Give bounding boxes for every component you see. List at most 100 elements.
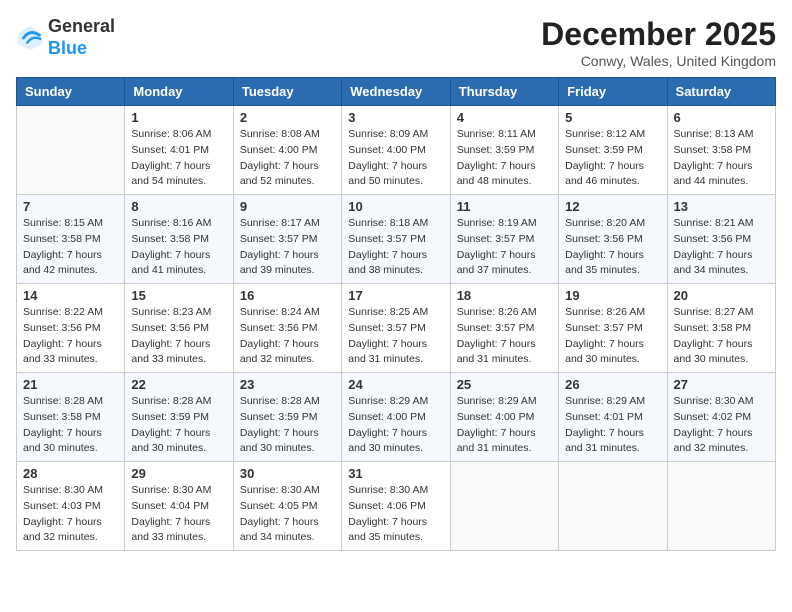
day-info: Sunrise: 8:30 AMSunset: 4:05 PMDaylight:… [240,483,335,546]
day-number: 11 [457,199,552,214]
day-info: Sunrise: 8:06 AMSunset: 4:01 PMDaylight:… [131,127,226,190]
calendar-cell: 21 Sunrise: 8:28 AMSunset: 3:58 PMDayligh… [17,373,125,462]
calendar-cell: 5Sunrise: 8:12 AMSunset: 3:59 PMDaylight… [559,106,667,195]
day-info: Sunrise: 8:25 AMSunset: 3:57 PMDaylight:… [348,305,443,368]
month-year-title: December 2025 [541,16,776,53]
day-info: Sunrise: 8:29 AMSunset: 4:01 PMDaylight:… [565,394,660,457]
day-number: 18 [457,288,552,303]
calendar-cell: 31Sunrise: 8:30 AMSunset: 4:06 PMDayligh… [342,462,450,551]
day-info: Sunrise: 8:27 AMSunset: 3:58 PMDaylight:… [674,305,769,368]
day-number: 26 [565,377,660,392]
day-number: 16 [240,288,335,303]
calendar-cell: 7 Sunrise: 8:15 AMSunset: 3:58 PMDaylight… [17,195,125,284]
weekday-header-thursday: Thursday [450,78,558,106]
day-number: 28 [23,466,118,481]
logo: General Blue [16,16,115,59]
day-info: Sunrise: 8:18 AMSunset: 3:57 PMDaylight:… [348,216,443,279]
day-number: 9 [240,199,335,214]
calendar-cell: 2Sunrise: 8:08 AMSunset: 4:00 PMDaylight… [233,106,341,195]
day-number: 22 [131,377,226,392]
day-number: 15 [131,288,226,303]
weekday-header-friday: Friday [559,78,667,106]
day-number: 24 [348,377,443,392]
weekday-header-monday: Monday [125,78,233,106]
calendar-cell: 9 Sunrise: 8:17 AMSunset: 3:57 PMDaylight… [233,195,341,284]
title-block: December 2025 Conwy, Wales, United Kingd… [541,16,776,69]
day-number: 17 [348,288,443,303]
calendar-week-row: 7 Sunrise: 8:15 AMSunset: 3:58 PMDaylight… [17,195,776,284]
day-number: 2 [240,110,335,125]
calendar-cell: 26 Sunrise: 8:29 AMSunset: 4:01 PMDayligh… [559,373,667,462]
logo-icon [16,24,44,52]
calendar-cell: 4 Sunrise: 8:11 AMSunset: 3:59 PMDaylight… [450,106,558,195]
day-info: Sunrise: 8:30 AMSunset: 4:06 PMDaylight:… [348,483,443,546]
day-number: 4 [457,110,552,125]
day-number: 19 [565,288,660,303]
day-info: Sunrise: 8:29 AMSunset: 4:00 PMDaylight:… [457,394,552,457]
calendar-cell: 25 Sunrise: 8:29 AMSunset: 4:00 PMDayligh… [450,373,558,462]
day-info: Sunrise: 8:15 AMSunset: 3:58 PMDaylight:… [23,216,118,279]
day-info: Sunrise: 8:30 AMSunset: 4:03 PMDaylight:… [23,483,118,546]
day-number: 6 [674,110,769,125]
day-info: Sunrise: 8:12 AMSunset: 3:59 PMDaylight:… [565,127,660,190]
calendar-table: SundayMondayTuesdayWednesdayThursdayFrid… [16,77,776,551]
day-number: 20 [674,288,769,303]
calendar-cell: 17 Sunrise: 8:25 AMSunset: 3:57 PMDayligh… [342,284,450,373]
day-info: Sunrise: 8:17 AMSunset: 3:57 PMDaylight:… [240,216,335,279]
calendar-header-row: SundayMondayTuesdayWednesdayThursdayFrid… [17,78,776,106]
day-number: 21 [23,377,118,392]
day-info: Sunrise: 8:26 AMSunset: 3:57 PMDaylight:… [565,305,660,368]
calendar-cell: 11 Sunrise: 8:19 AMSunset: 3:57 PMDayligh… [450,195,558,284]
day-info: Sunrise: 8:13 AMSunset: 3:58 PMDaylight:… [674,127,769,190]
calendar-week-row: 21 Sunrise: 8:28 AMSunset: 3:58 PMDayligh… [17,373,776,462]
day-number: 10 [348,199,443,214]
calendar-cell: 23Sunrise: 8:28 AMSunset: 3:59 PMDayligh… [233,373,341,462]
calendar-week-row: 28 Sunrise: 8:30 AMSunset: 4:03 PMDayligh… [17,462,776,551]
calendar-cell [667,462,775,551]
calendar-cell: 15 Sunrise: 8:23 AMSunset: 3:56 PMDayligh… [125,284,233,373]
day-number: 27 [674,377,769,392]
calendar-cell: 19 Sunrise: 8:26 AMSunset: 3:57 PMDayligh… [559,284,667,373]
calendar-week-row: 14 Sunrise: 8:22 AMSunset: 3:56 PMDayligh… [17,284,776,373]
day-number: 8 [131,199,226,214]
weekday-header-wednesday: Wednesday [342,78,450,106]
day-number: 3 [348,110,443,125]
day-info: Sunrise: 8:16 AMSunset: 3:58 PMDaylight:… [131,216,226,279]
calendar-cell: 16Sunrise: 8:24 AMSunset: 3:56 PMDayligh… [233,284,341,373]
calendar-week-row: 1 Sunrise: 8:06 AMSunset: 4:01 PMDaylight… [17,106,776,195]
day-info: Sunrise: 8:22 AMSunset: 3:56 PMDaylight:… [23,305,118,368]
day-info: Sunrise: 8:28 AMSunset: 3:58 PMDaylight:… [23,394,118,457]
day-info: Sunrise: 8:29 AMSunset: 4:00 PMDaylight:… [348,394,443,457]
calendar-cell: 27 Sunrise: 8:30 AMSunset: 4:02 PMDayligh… [667,373,775,462]
day-number: 29 [131,466,226,481]
day-info: Sunrise: 8:30 AMSunset: 4:04 PMDaylight:… [131,483,226,546]
day-info: Sunrise: 8:09 AMSunset: 4:00 PMDaylight:… [348,127,443,190]
calendar-cell: 28 Sunrise: 8:30 AMSunset: 4:03 PMDayligh… [17,462,125,551]
day-info: Sunrise: 8:23 AMSunset: 3:56 PMDaylight:… [131,305,226,368]
calendar-cell [450,462,558,551]
day-info: Sunrise: 8:11 AMSunset: 3:59 PMDaylight:… [457,127,552,190]
day-info: Sunrise: 8:21 AMSunset: 3:56 PMDaylight:… [674,216,769,279]
day-number: 25 [457,377,552,392]
calendar-cell: 24 Sunrise: 8:29 AMSunset: 4:00 PMDayligh… [342,373,450,462]
calendar-cell: 13Sunrise: 8:21 AMSunset: 3:56 PMDayligh… [667,195,775,284]
day-number: 12 [565,199,660,214]
weekday-header-sunday: Sunday [17,78,125,106]
day-info: Sunrise: 8:28 AMSunset: 3:59 PMDaylight:… [240,394,335,457]
calendar-cell: 18 Sunrise: 8:26 AMSunset: 3:57 PMDayligh… [450,284,558,373]
day-info: Sunrise: 8:26 AMSunset: 3:57 PMDaylight:… [457,305,552,368]
calendar-cell: 14 Sunrise: 8:22 AMSunset: 3:56 PMDayligh… [17,284,125,373]
page-header: General Blue December 2025 Conwy, Wales,… [16,16,776,69]
day-number: 14 [23,288,118,303]
day-number: 30 [240,466,335,481]
calendar-cell: 30 Sunrise: 8:30 AMSunset: 4:05 PMDayligh… [233,462,341,551]
location-subtitle: Conwy, Wales, United Kingdom [541,53,776,69]
day-info: Sunrise: 8:30 AMSunset: 4:02 PMDaylight:… [674,394,769,457]
day-info: Sunrise: 8:28 AMSunset: 3:59 PMDaylight:… [131,394,226,457]
day-number: 1 [131,110,226,125]
day-info: Sunrise: 8:19 AMSunset: 3:57 PMDaylight:… [457,216,552,279]
day-info: Sunrise: 8:20 AMSunset: 3:56 PMDaylight:… [565,216,660,279]
calendar-cell: 1 Sunrise: 8:06 AMSunset: 4:01 PMDaylight… [125,106,233,195]
day-number: 7 [23,199,118,214]
weekday-header-saturday: Saturday [667,78,775,106]
